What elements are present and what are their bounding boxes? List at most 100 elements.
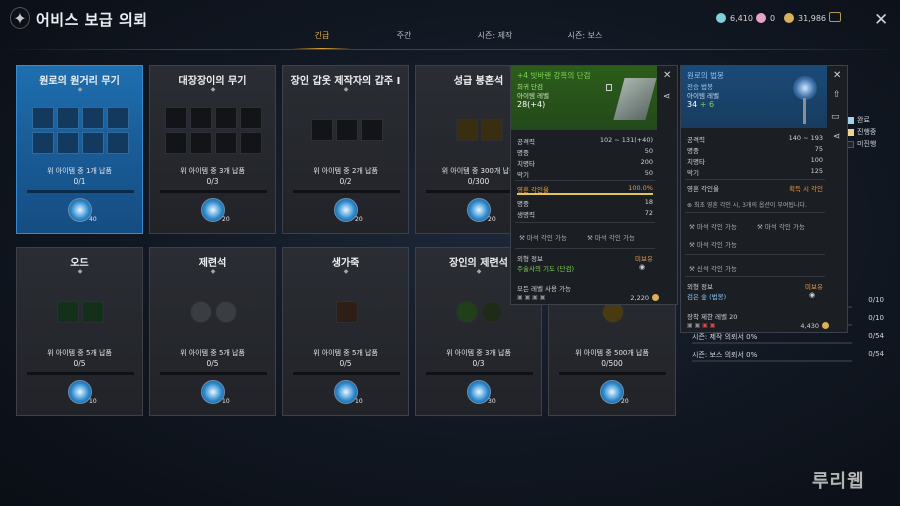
- item-slot[interactable]: [57, 301, 79, 323]
- item-slot[interactable]: [240, 106, 262, 129]
- item-slot[interactable]: [240, 131, 262, 154]
- item-slot[interactable]: [165, 131, 187, 154]
- request-card[interactable]: 대장장이의 무기 ◆ 위 아이템 중 3개 납품 0/3 20: [149, 65, 276, 234]
- item-slot[interactable]: [481, 301, 503, 323]
- stat-value: 100: [810, 156, 823, 164]
- item-slot[interactable]: [32, 106, 54, 129]
- card-description: 위 아이템 중 5개 납품: [313, 349, 378, 357]
- appearance-label: 외형 정보: [687, 283, 713, 291]
- engrave-label: 마석 각인 가능: [764, 223, 805, 231]
- card-progress-bar: [160, 190, 267, 193]
- item-slot[interactable]: [335, 119, 358, 141]
- share-icon[interactable]: ⋖: [833, 132, 841, 142]
- item-slot[interactable]: [456, 301, 478, 323]
- item-slot[interactable]: [82, 106, 104, 129]
- currency-value: 31,986: [798, 13, 826, 23]
- item-slots: [291, 282, 402, 342]
- item-slot[interactable]: [215, 131, 237, 154]
- stat-value: 50: [644, 147, 653, 155]
- tab-urgent[interactable]: 긴급: [282, 30, 362, 41]
- item-slot[interactable]: [57, 131, 79, 154]
- share-icon[interactable]: ⋖: [663, 92, 671, 102]
- item-slot[interactable]: [190, 106, 212, 129]
- reward-amount: 20: [222, 216, 230, 223]
- tab-weekly[interactable]: 주간: [364, 30, 444, 41]
- item-slot[interactable]: [310, 119, 333, 141]
- progress-label: 시즌: 보스 의뢰서 0%: [692, 351, 758, 359]
- card-count: 0/1: [73, 177, 86, 186]
- engrave-slot: ⚒ 신석 각인 가능: [689, 265, 737, 273]
- close-icon[interactable]: ✕: [874, 10, 888, 30]
- card-progress-bar: [293, 190, 400, 193]
- shop-icon[interactable]: [829, 12, 841, 22]
- stat-label: 공격력: [517, 138, 535, 146]
- legend-label: 미진행: [857, 140, 877, 148]
- request-card[interactable]: 오드 ◆ 위 아이템 중 5개 납품 0/5 10: [16, 247, 143, 416]
- appearance-status: 미보유: [805, 283, 823, 291]
- usage-restriction: 모든 레벨 사용 가능: [517, 285, 572, 293]
- progress-value: 0/10: [868, 296, 884, 304]
- item-slot[interactable]: [215, 106, 237, 129]
- item-slot[interactable]: [456, 119, 478, 141]
- stat-value: 140 ~ 193: [788, 134, 823, 142]
- card-count: 0/5: [206, 359, 219, 368]
- item-tooltip-dagger: +4 빗바랜 강흑의 단검 희귀 단검 아이템 레벨 28(+4) ✕ ⋖ 공격…: [510, 65, 678, 305]
- compare-icon[interactable]: ⇧: [833, 90, 841, 100]
- divider: [685, 276, 825, 277]
- item-slot[interactable]: [481, 119, 503, 141]
- note-text: 최초 영혼 각인 시, 3개의 옵션이 부여됩니다.: [693, 202, 807, 209]
- item-slots: [25, 100, 136, 160]
- soul-engrave-fill: [517, 193, 653, 195]
- engrave-slot: ⚒ 마석 각인 가능: [757, 223, 805, 231]
- request-card[interactable]: 생가죽 ◆ 위 아이템 중 5개 납품 0/5 10: [282, 247, 409, 416]
- stat-label: 명중: [517, 200, 529, 208]
- item-slot[interactable]: [335, 301, 358, 323]
- item-name: 원로의 법봉: [687, 71, 724, 80]
- engrave-slot: ⚒ 마석 각인 가능: [587, 234, 635, 242]
- divider: [515, 180, 655, 181]
- item-slot[interactable]: [360, 119, 383, 141]
- request-card[interactable]: 원로의 원거리 무기 ◆ 위 아이템 중 1개 납품 0/1 40: [16, 65, 143, 234]
- stat-value: 50: [644, 169, 653, 177]
- currency-pink-gem: 0: [756, 13, 775, 23]
- close-icon[interactable]: ✕: [663, 70, 671, 81]
- eye-icon[interactable]: ◉: [639, 263, 645, 271]
- abyss-logo-icon: ✦: [10, 7, 30, 29]
- item-level-value: 34: [687, 100, 698, 109]
- item-level: 28(+4): [517, 100, 546, 109]
- soul-engrave-status: 획득 시 각인: [788, 185, 823, 193]
- item-slot[interactable]: [82, 131, 104, 154]
- item-slot[interactable]: [57, 106, 79, 129]
- currency-value: 6,410: [730, 13, 753, 23]
- ornament-icon: ◆: [210, 268, 216, 275]
- currency-value: 0: [770, 13, 776, 23]
- item-level: 34 + 6: [687, 100, 714, 109]
- request-card[interactable]: 장인 갑옷 제작자의 갑주 I ◆ 위 아이템 중 2개 납품 0/2 20: [282, 65, 409, 234]
- engrave-label: 마석 각인 가능: [526, 234, 567, 242]
- reward-amount: 10: [355, 398, 363, 405]
- reward-amount: 20: [488, 216, 496, 223]
- staff-orb-icon: [793, 76, 817, 100]
- progress-value: 0/54: [868, 350, 884, 358]
- tab-season-boss[interactable]: 시즌: 보스: [545, 30, 625, 41]
- soul-engrave-note: ⊗ 최초 영혼 각인 시, 3개의 옵션이 부여됩니다.: [687, 202, 807, 209]
- item-slot[interactable]: [190, 131, 212, 154]
- tab-season-craft[interactable]: 시즌: 제작: [455, 30, 535, 41]
- item-slot[interactable]: [32, 131, 54, 154]
- progress-bar: [692, 360, 852, 362]
- bookmark-icon[interactable]: ▭: [831, 112, 840, 122]
- item-slot[interactable]: [165, 106, 187, 129]
- stat-value: 102 ~ 131(+40): [599, 136, 653, 144]
- eye-icon[interactable]: ◉: [809, 291, 815, 299]
- item-slot[interactable]: [215, 301, 237, 323]
- legend-swatch: [847, 128, 854, 136]
- card-title: 오드: [70, 258, 89, 269]
- item-slot[interactable]: [190, 301, 212, 323]
- item-slot[interactable]: [107, 131, 129, 154]
- ornament-icon: ◆: [77, 268, 83, 275]
- item-slot[interactable]: [107, 106, 129, 129]
- item-slot[interactable]: [82, 301, 104, 323]
- close-icon[interactable]: ✕: [833, 70, 841, 81]
- card-count: 0/2: [339, 177, 352, 186]
- request-card[interactable]: 제련석 ◆ 위 아이템 중 5개 납품 0/5 10: [149, 247, 276, 416]
